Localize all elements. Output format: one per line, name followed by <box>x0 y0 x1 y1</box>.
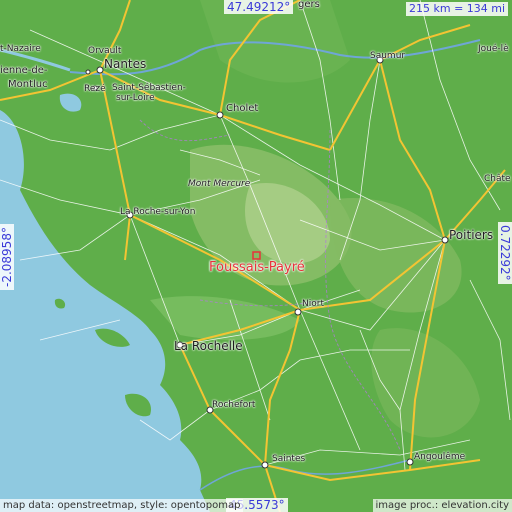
city-label-rochefort: Rochefort <box>212 400 256 410</box>
city-label-la-rochelle: La Rochelle <box>174 339 243 353</box>
place-label: Foussais-Payré <box>209 260 305 275</box>
city-label-cholet: Cholet <box>226 103 259 114</box>
city-label-joue: Joué-lè <box>478 44 509 54</box>
city-label-herbignac: ienne-de- <box>0 65 48 76</box>
credit-map-data: map data: openstreetmap, style: opentopo… <box>0 499 244 512</box>
city-label-niort: Niort <box>302 299 324 309</box>
city-label-saint-nazaire: t-Nazaire <box>0 44 41 54</box>
city-label-la-roche-sur-yon: La Roche-sur-Yon <box>120 207 196 217</box>
city-label-chatellerault: Châte <box>484 174 511 184</box>
coordinate-east: 0.72292° <box>498 222 512 284</box>
city-label-montluc: Montluc <box>8 79 48 90</box>
city-label-angers: gers <box>298 0 320 10</box>
city-label-poitiers: Poitiers <box>449 228 494 242</box>
city-label-nantes: Nantes <box>104 57 147 71</box>
city-label-orvault: Orvault <box>88 46 122 56</box>
peak-label-mont-mercure: Mont Mercure <box>188 179 251 189</box>
credit-image-processing: image proc.: elevation.city <box>372 499 512 512</box>
city-label-saumur: Saumur <box>370 51 406 61</box>
coordinate-west: -2.08958° <box>0 224 14 290</box>
city-label-angouleme: Angoulême <box>414 452 466 462</box>
city-label-sur-loire: sur-Loire <box>116 93 155 103</box>
city-label-saintes: Saintes <box>272 454 306 464</box>
coordinate-north: 47.49212° <box>224 0 294 14</box>
scale-label: 215 km = 134 mi <box>406 2 509 16</box>
city-label-saint-sebastien: Saint-Sébastien- <box>112 83 186 93</box>
map-view[interactable]: t-Nazaire Orvault ienne-de- Nantes Montl… <box>0 0 512 512</box>
city-label-reze: Rezé <box>84 84 106 94</box>
map-terrain <box>0 0 512 512</box>
